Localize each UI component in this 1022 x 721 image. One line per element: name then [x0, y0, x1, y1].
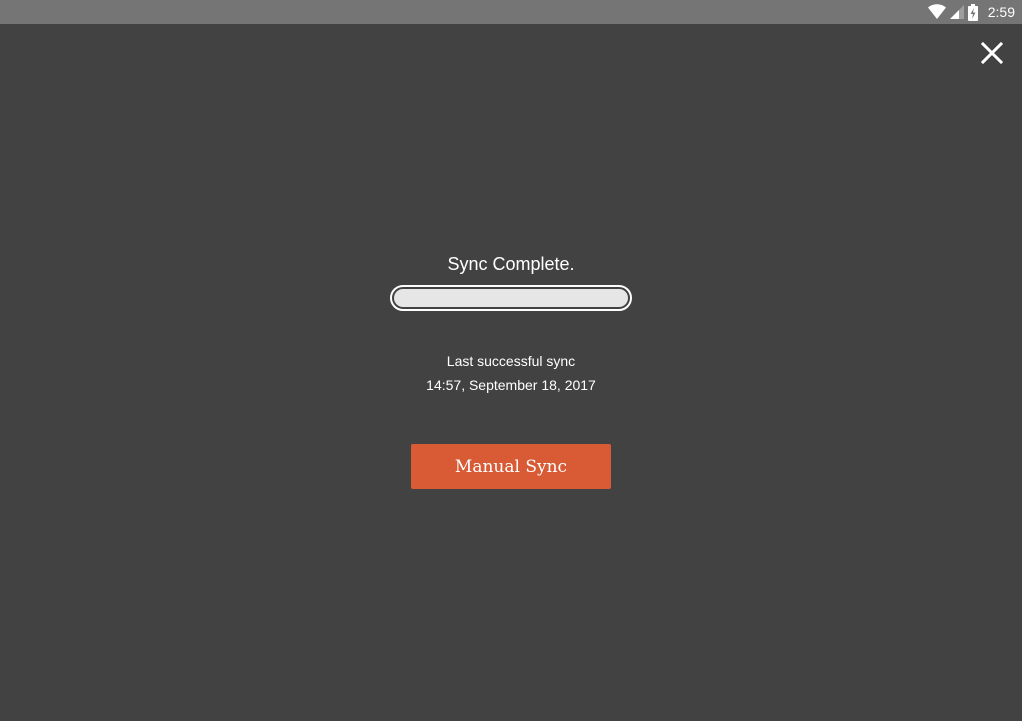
- battery-charging-icon: [967, 3, 978, 21]
- signal-icon: [949, 5, 964, 19]
- status-bar: 2:59: [0, 0, 1022, 24]
- sync-screen: 2:59 Sync Complete. Last successful sync…: [0, 0, 1022, 721]
- manual-sync-button[interactable]: Manual Sync: [411, 444, 611, 489]
- last-sync-label: Last successful sync: [446, 353, 576, 369]
- last-sync-time: 14:57, September 18, 2017: [426, 377, 596, 393]
- close-button[interactable]: [976, 37, 1008, 69]
- close-icon: [981, 42, 1003, 64]
- sync-status-text: Sync Complete.: [447, 254, 575, 274]
- sync-progress-fill: [394, 289, 628, 307]
- sync-progress-bar: [390, 285, 632, 311]
- status-clock: 2:59: [987, 4, 1015, 20]
- wifi-icon: [927, 4, 946, 20]
- status-icons: 2:59: [927, 0, 1015, 24]
